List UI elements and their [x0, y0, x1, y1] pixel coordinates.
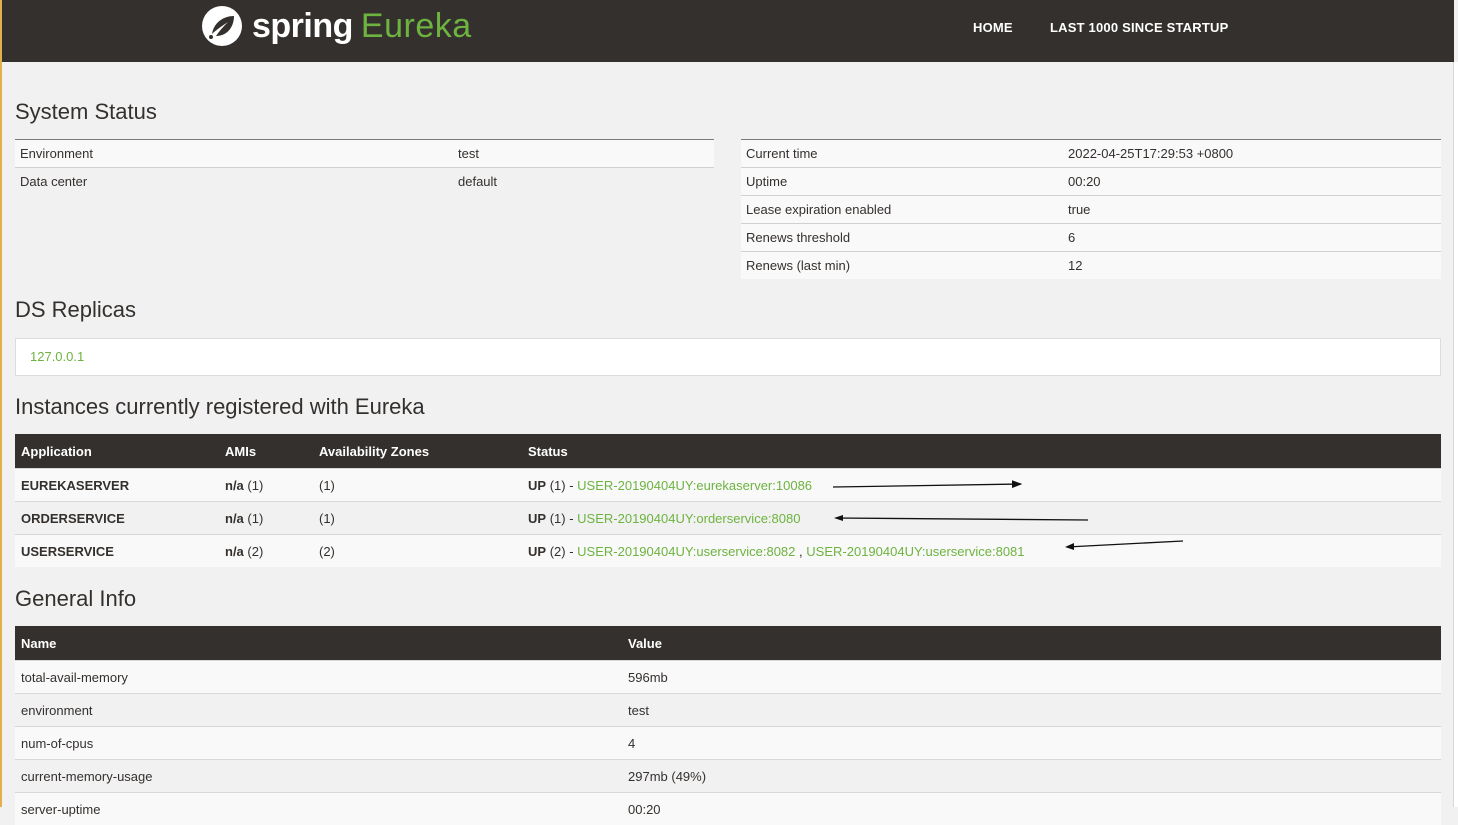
- status-key: Renews threshold: [741, 224, 1063, 252]
- instance-link[interactable]: USER-20190404UY:userservice:8082: [577, 544, 795, 559]
- app-name: ORDERSERVICE: [15, 502, 219, 535]
- ami-na: n/a: [225, 544, 244, 559]
- table-row: EUREKASERVER n/a (1) (1) UP (1) - USER-2…: [15, 469, 1441, 502]
- instance-link[interactable]: USER-20190404UY:orderservice:8080: [577, 511, 800, 526]
- system-status-title: System Status: [15, 99, 157, 125]
- nav-home-link[interactable]: HOME: [973, 20, 1013, 35]
- instance-link[interactable]: USER-20190404UY:userservice:8081: [806, 544, 1024, 559]
- table-row: num-of-cpus 4: [15, 727, 1441, 760]
- table-row: Uptime 00:20: [741, 168, 1441, 196]
- zones-cell: (2): [313, 535, 522, 568]
- table-header-row: Name Value: [15, 626, 1441, 661]
- info-name: total-avail-memory: [15, 661, 622, 694]
- window-left-edge: [0, 0, 2, 807]
- instances-title: Instances currently registered with Eure…: [15, 394, 425, 420]
- status-value: 12: [1063, 252, 1441, 280]
- status-cell: UP (2) - USER-20190404UY:userservice:808…: [522, 535, 1441, 568]
- top-navbar: spring Eureka HOME LAST 1000 SINCE START…: [2, 0, 1454, 62]
- table-row: environment test: [15, 694, 1441, 727]
- status-key: Renews (last min): [741, 252, 1063, 280]
- ami-cell: n/a (2): [219, 535, 313, 568]
- table-row: USERSERVICE n/a (2) (2) UP (2) - USER-20…: [15, 535, 1441, 568]
- status-up: UP: [528, 544, 546, 559]
- ami-cell: n/a (1): [219, 469, 313, 502]
- app-name-text: USERSERVICE: [21, 544, 114, 559]
- status-key: Environment: [15, 140, 453, 168]
- nav-last-1000-link[interactable]: LAST 1000 SINCE STARTUP: [1050, 20, 1228, 35]
- table-header-row: Application AMIs Availability Zones Stat…: [15, 434, 1441, 469]
- instances-table: Application AMIs Availability Zones Stat…: [15, 434, 1441, 567]
- table-row: Data center default: [15, 168, 714, 196]
- app-name-text: ORDERSERVICE: [21, 511, 125, 526]
- app-name-text: EUREKASERVER: [21, 478, 129, 493]
- table-row: server-uptime 00:20: [15, 793, 1441, 825]
- status-up: UP: [528, 478, 546, 493]
- column-header-status: Status: [522, 434, 1441, 469]
- table-row: ORDERSERVICE n/a (1) (1) UP (1) - USER-2…: [15, 502, 1441, 535]
- general-info-table: Name Value total-avail-memory 596mb envi…: [15, 626, 1441, 825]
- ami-na: n/a: [225, 478, 244, 493]
- instance-link[interactable]: USER-20190404UY:eurekaserver:10086: [577, 478, 812, 493]
- column-header-value: Value: [622, 626, 1441, 661]
- ami-count: (2): [247, 544, 263, 559]
- table-row: Renews threshold 6: [741, 224, 1441, 252]
- replica-link[interactable]: 127.0.0.1: [30, 349, 84, 364]
- info-value: 297mb (49%): [622, 760, 1441, 793]
- ami-na: n/a: [225, 511, 244, 526]
- table-row: Environment test: [15, 140, 714, 168]
- status-value: 00:20: [1063, 168, 1441, 196]
- column-header-name: Name: [15, 626, 622, 661]
- info-name: num-of-cpus: [15, 727, 622, 760]
- ds-replicas-title: DS Replicas: [15, 297, 136, 323]
- status-key: Data center: [15, 168, 453, 196]
- status-count: (1) -: [550, 478, 574, 493]
- column-header-availability-zones: Availability Zones: [313, 434, 522, 469]
- ds-replicas-panel: 127.0.0.1: [15, 338, 1441, 376]
- app-name: USERSERVICE: [15, 535, 219, 568]
- status-cell: UP (1) - USER-20190404UY:eurekaserver:10…: [522, 469, 1441, 502]
- table-row: Renews (last min) 12: [741, 252, 1441, 280]
- column-header-amis: AMIs: [219, 434, 313, 469]
- scrollbar-track[interactable]: [1453, 62, 1458, 807]
- table-row: current-memory-usage 297mb (49%): [15, 760, 1441, 793]
- status-value: 6: [1063, 224, 1441, 252]
- zones-cell: (1): [313, 469, 522, 502]
- status-key: Current time: [741, 140, 1063, 168]
- status-count: (2) -: [550, 544, 574, 559]
- brand-eureka-text: Eureka: [361, 7, 472, 46]
- table-row: total-avail-memory 596mb: [15, 661, 1441, 694]
- zones-cell: (1): [313, 502, 522, 535]
- status-value: default: [453, 168, 714, 196]
- general-info-title: General Info: [15, 586, 136, 612]
- table-row: Lease expiration enabled true: [741, 196, 1441, 224]
- status-up: UP: [528, 511, 546, 526]
- info-name: server-uptime: [15, 793, 622, 825]
- info-name: environment: [15, 694, 622, 727]
- info-value: 596mb: [622, 661, 1441, 694]
- spring-leaf-icon: [200, 4, 244, 48]
- table-row: Current time 2022-04-25T17:29:53 +0800: [741, 140, 1441, 168]
- status-value: 2022-04-25T17:29:53 +0800: [1063, 140, 1441, 168]
- system-status-right-table: Current time 2022-04-25T17:29:53 +0800 U…: [741, 139, 1441, 279]
- ami-count: (1): [247, 478, 263, 493]
- app-name: EUREKASERVER: [15, 469, 219, 502]
- info-name: current-memory-usage: [15, 760, 622, 793]
- link-separator: ,: [799, 544, 803, 559]
- system-status-left-table: Environment test Data center default: [15, 139, 714, 195]
- status-value: test: [453, 140, 714, 168]
- status-count: (1) -: [550, 511, 574, 526]
- brand-spring-text: spring: [252, 7, 353, 46]
- info-value: test: [622, 694, 1441, 727]
- column-header-application: Application: [15, 434, 219, 469]
- ami-count: (1): [247, 511, 263, 526]
- status-key: Uptime: [741, 168, 1063, 196]
- info-value: 4: [622, 727, 1441, 760]
- ami-cell: n/a (1): [219, 502, 313, 535]
- status-value: true: [1063, 196, 1441, 224]
- status-key: Lease expiration enabled: [741, 196, 1063, 224]
- info-value: 00:20: [622, 793, 1441, 825]
- brand-logo[interactable]: spring Eureka: [200, 4, 472, 48]
- status-cell: UP (1) - USER-20190404UY:orderservice:80…: [522, 502, 1441, 535]
